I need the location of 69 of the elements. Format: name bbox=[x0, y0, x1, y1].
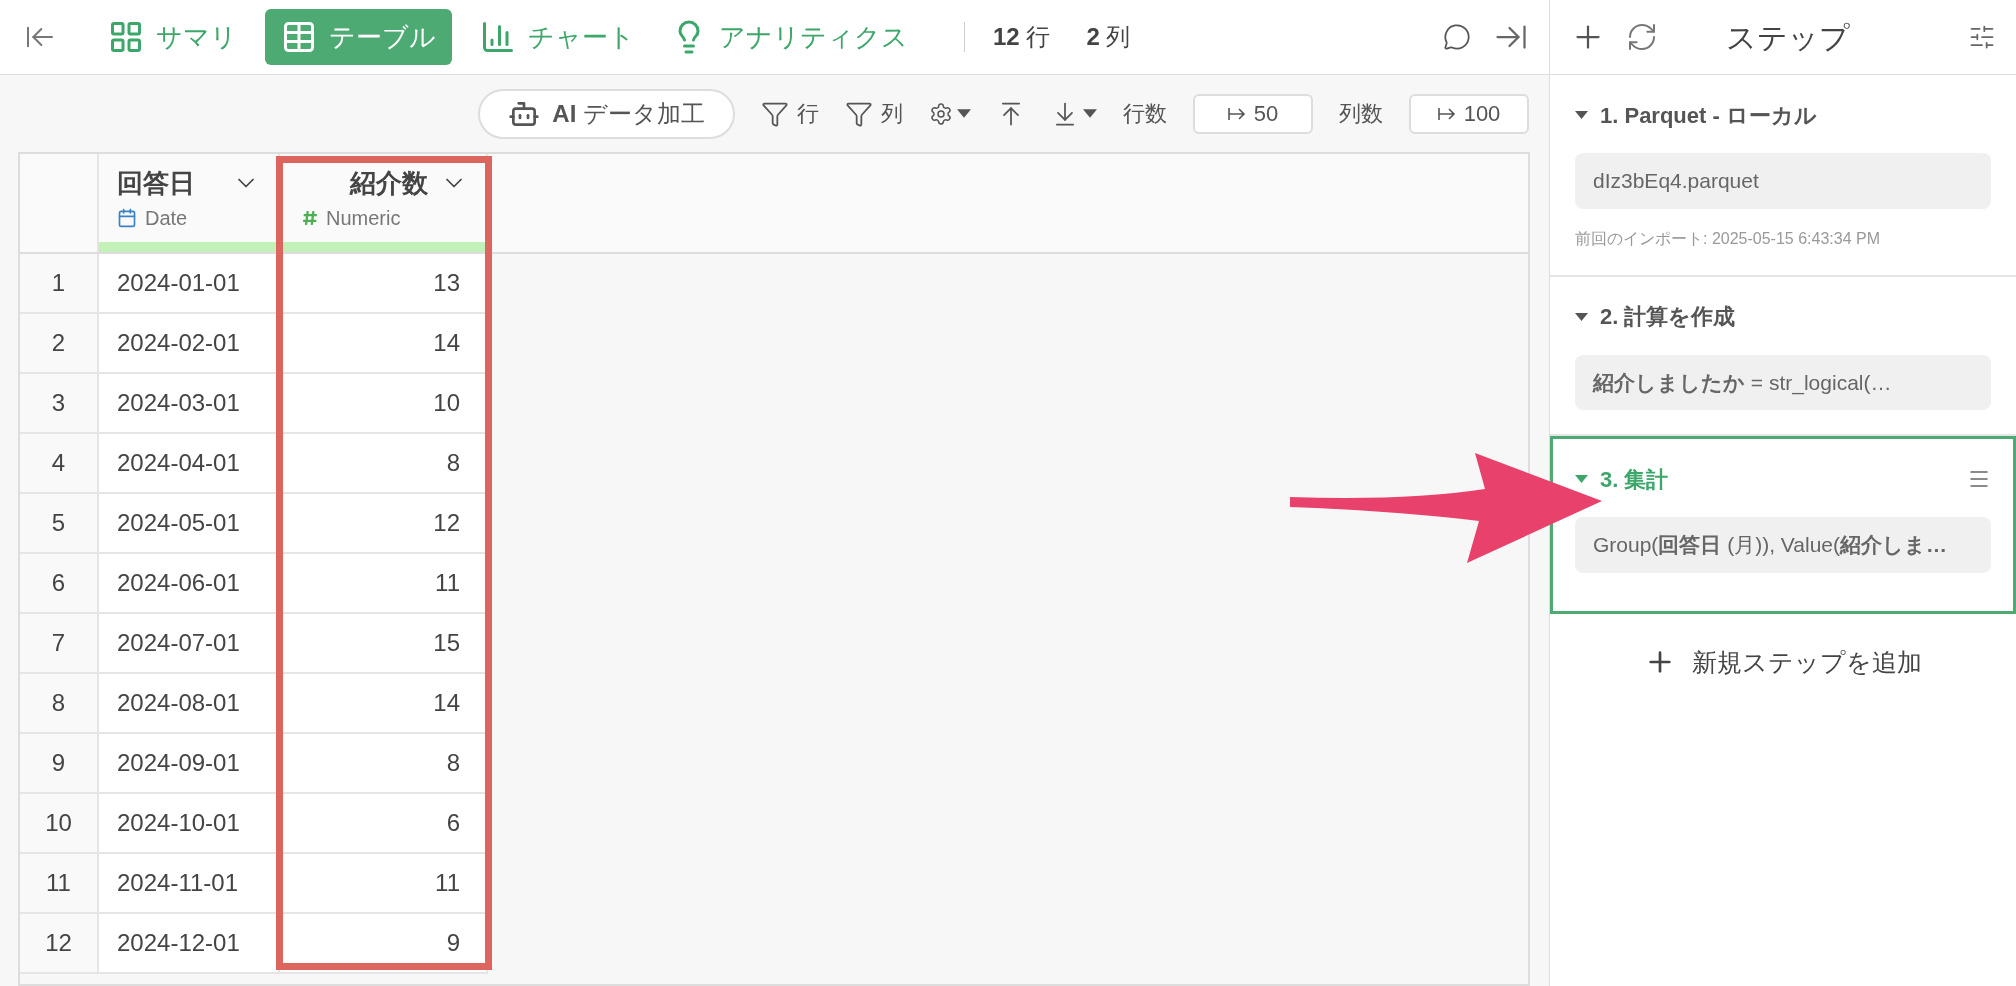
row-number: 11 bbox=[20, 854, 99, 914]
calendar-icon bbox=[117, 207, 137, 228]
step-title: 3. 集計 bbox=[1575, 462, 1669, 496]
column-name: 回答日 bbox=[117, 166, 195, 200]
arrow-to-bar-icon bbox=[1437, 106, 1456, 121]
ai-data-button[interactable]: AI データ加工 bbox=[478, 88, 735, 139]
caret-icon bbox=[957, 109, 971, 118]
step-summary: dIz3bEq4.parquet bbox=[1575, 153, 1991, 209]
row-number: 8 bbox=[20, 674, 99, 734]
step-summary: 紹介しましたか = str_logical(… bbox=[1575, 354, 1991, 410]
triangle-icon bbox=[1575, 312, 1588, 321]
row-number: 10 bbox=[20, 794, 99, 854]
row-number: 3 bbox=[20, 374, 99, 434]
settings-button[interactable] bbox=[1968, 23, 1996, 51]
table-cell: 14 bbox=[280, 314, 488, 374]
column-type: Numeric bbox=[326, 205, 401, 231]
comment-icon bbox=[1443, 23, 1471, 51]
row-number: 9 bbox=[20, 734, 99, 794]
step-title: 2. 計算を作成 bbox=[1575, 300, 1736, 333]
count-label: 2 列 bbox=[1086, 22, 1131, 52]
table-cell: 11 bbox=[280, 854, 488, 914]
bar-chart-icon bbox=[480, 19, 516, 55]
panel-title: ステップ bbox=[1725, 19, 1851, 56]
caret-icon bbox=[1083, 109, 1097, 118]
step-title: 1. Parquet - ローカル bbox=[1575, 98, 1817, 132]
row-number: 12 bbox=[20, 914, 99, 974]
table-cell: 12 bbox=[280, 494, 488, 554]
table-cell: 2024-12-01 bbox=[99, 914, 280, 974]
rows-limit-field[interactable]: 50 bbox=[1193, 93, 1313, 134]
settings-icon bbox=[929, 101, 953, 126]
table-cell: 8 bbox=[280, 734, 488, 794]
column-type: Date bbox=[145, 205, 188, 231]
table-cell: 15 bbox=[280, 614, 488, 674]
row-number: 4 bbox=[20, 434, 99, 494]
table-cell: 6 bbox=[280, 794, 488, 854]
step-card[interactable]: 2. 計算を作成 紹介しましたか = str_logical(… bbox=[1550, 276, 2016, 436]
table-cell: 13 bbox=[280, 254, 488, 314]
step-card[interactable]: 3. 集計 Group(回答日 (月)), Value(紹介しま… bbox=[1550, 436, 2016, 614]
triangle-icon bbox=[1575, 475, 1588, 483]
filter-button[interactable]: 列 bbox=[845, 97, 903, 130]
add-step-button[interactable]: 新規ステップを追加 bbox=[1644, 643, 1922, 681]
settings-button[interactable] bbox=[929, 101, 971, 126]
hash-icon bbox=[302, 209, 318, 226]
table-cell: 11 bbox=[280, 554, 488, 614]
table-cell: 14 bbox=[280, 674, 488, 734]
row-number: 6 bbox=[20, 554, 99, 614]
column-header[interactable]: 回答日 Date bbox=[99, 154, 280, 252]
row-number: 1 bbox=[20, 254, 99, 314]
comment-button[interactable] bbox=[1443, 23, 1471, 51]
row-number: 5 bbox=[20, 494, 99, 554]
filter-button[interactable]: 行 bbox=[761, 97, 819, 130]
grid-icon bbox=[108, 19, 144, 55]
columns-label: 列数 bbox=[1339, 100, 1383, 128]
step-summary: Group(回答日 (月)), Value(紹介しま… bbox=[1575, 517, 1991, 573]
table-cell: 8 bbox=[280, 434, 488, 494]
refresh-button[interactable] bbox=[1626, 21, 1658, 53]
row-number: 2 bbox=[20, 314, 99, 374]
table-icon bbox=[281, 19, 317, 55]
count-label: 12 行 bbox=[993, 22, 1051, 52]
import-note: 前回のインポート: 2025-05-15 6:43:34 PM bbox=[1575, 228, 1881, 249]
row-number: 7 bbox=[20, 614, 99, 674]
step-card[interactable]: 1. Parquet - ローカル dIz3bEq4.parquet 前回のインポート: 2025-05-15 6:43:34 PM bbox=[1550, 75, 2016, 277]
column-header[interactable]: 紹介数 Numeric bbox=[280, 154, 488, 252]
column-name: 紹介数 bbox=[350, 166, 428, 200]
triangle-icon bbox=[1575, 111, 1588, 119]
table-cell: 10 bbox=[280, 374, 488, 434]
rows-label: 行数 bbox=[1123, 100, 1167, 128]
arrow-to-bar-icon bbox=[1227, 106, 1246, 121]
columns-limit-field[interactable]: 100 bbox=[1409, 93, 1529, 134]
